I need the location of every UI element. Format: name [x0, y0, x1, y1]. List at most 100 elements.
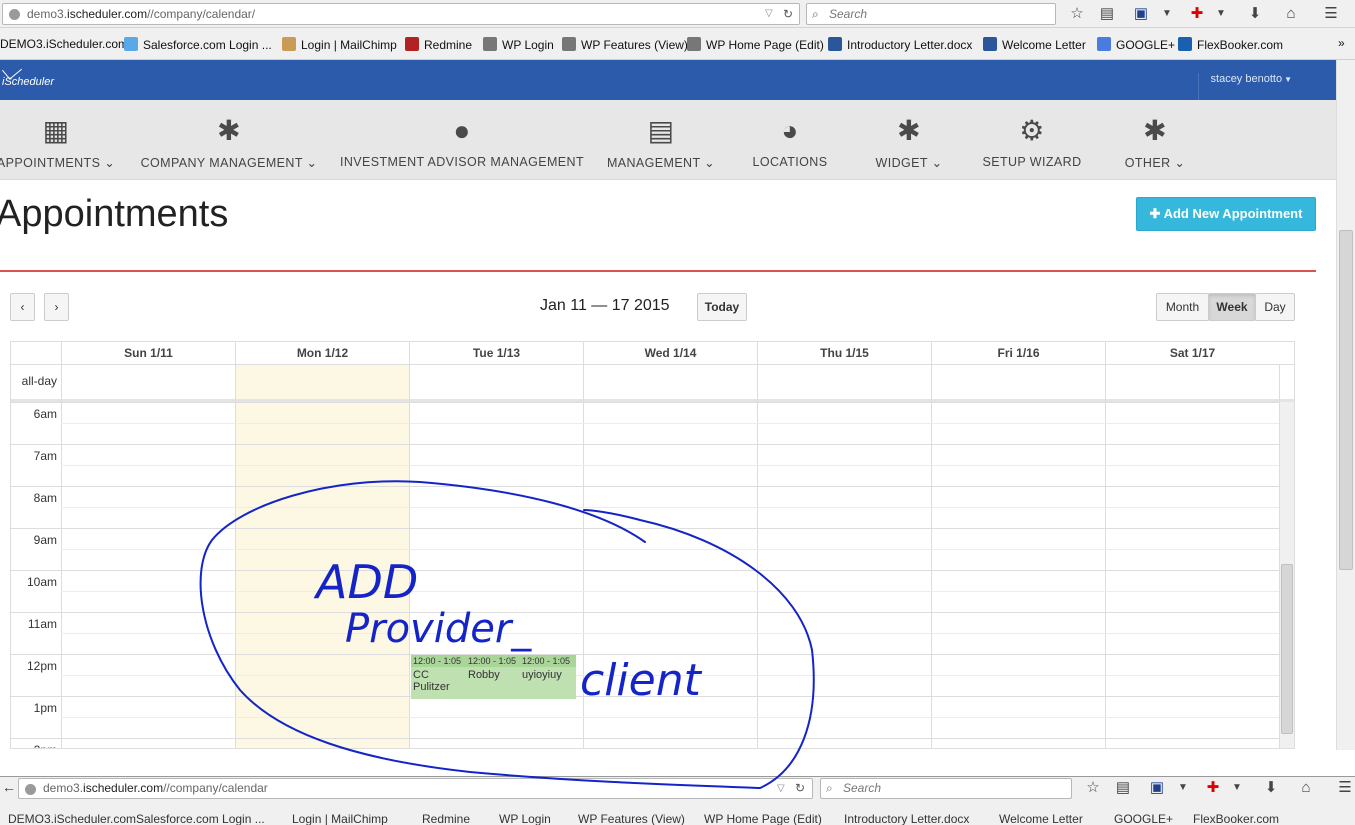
app-logo[interactable]: iScheduler — [2, 76, 54, 88]
back-icon[interactable]: ← — [2, 779, 16, 795]
page-scrollbar[interactable] — [1336, 60, 1355, 750]
chevron-down-icon: ⌄ — [1170, 156, 1186, 170]
calendar-scroll-thumb[interactable] — [1281, 564, 1293, 734]
view-month-button[interactable]: Month — [1156, 293, 1209, 321]
date-range: Jan 11 — 17 2015 — [540, 297, 670, 314]
half-hour-line — [61, 633, 1279, 634]
star-icon[interactable]: ☆ — [1068, 5, 1086, 23]
asterisk-icon: ✱ — [1143, 115, 1167, 146]
event-title: uyioyiuy — [522, 669, 562, 681]
nav-item[interactable]: ✱ COMPANY MANAGEMENT ⌄ — [99, 100, 359, 180]
bookmark-item[interactable]: GOOGLE+ — [1097, 37, 1175, 52]
download-icon[interactable]: ⬇ — [1262, 779, 1280, 797]
bookmark-item[interactable]: WP Features (View) — [562, 37, 688, 52]
menu-icon[interactable]: ☰ — [1336, 779, 1354, 797]
globe-icon — [25, 784, 36, 795]
view-week-button[interactable]: Week — [1208, 293, 1256, 321]
save-icon[interactable]: ▣ — [1148, 779, 1166, 797]
bookmark-item[interactable]: DEMO3.iScheduler.com — [0, 37, 128, 51]
bottom-url-host: demo3. — [43, 781, 84, 795]
bookmark-favicon-icon — [124, 37, 138, 51]
bottom-bookmark-item[interactable]: Introductory Letter.docx — [844, 812, 969, 825]
title-divider — [0, 270, 1316, 272]
page-scroll-thumb[interactable] — [1339, 230, 1353, 570]
user-menu[interactable]: stacey benotto ▼ — [1197, 73, 1292, 101]
calendar-scrollbar[interactable] — [1279, 402, 1294, 748]
bottom-bookmark-item[interactable]: Welcome Letter — [999, 812, 1083, 825]
bookmark-item[interactable]: Login | MailChimp — [282, 37, 397, 52]
time-label: 9am — [33, 533, 57, 547]
url-domain: ischeduler.com — [67, 7, 148, 21]
today-button[interactable]: Today — [697, 293, 747, 321]
time-label: 10am — [26, 575, 57, 589]
reading-list-icon[interactable]: ▤ — [1098, 5, 1116, 23]
home-icon[interactable]: ⌂ — [1297, 779, 1315, 797]
search-input[interactable]: ⌕ Search — [806, 3, 1056, 25]
save-icon[interactable]: ▣ — [1132, 5, 1150, 23]
bottom-bookmark-item[interactable]: FlexBooker.com — [1193, 812, 1279, 825]
bottom-bookmark-item[interactable]: WP Home Page (Edit) — [704, 812, 822, 825]
bottom-bookmark-item[interactable]: WP Features (View) — [578, 812, 685, 825]
view-day-button[interactable]: Day — [1255, 293, 1295, 321]
appointment-event[interactable]: 12:00 - 1:05 uyioyiuy — [520, 655, 576, 699]
reload-icon[interactable]: ↻ — [795, 779, 805, 798]
hour-line — [11, 570, 1279, 571]
hour-line — [11, 486, 1279, 487]
appointment-event[interactable]: 12:00 - 1:05 CC Pulitzer — [411, 655, 466, 699]
bookmarks-overflow-icon[interactable]: » — [1338, 36, 1345, 50]
search-icon: ⌕ — [812, 7, 819, 21]
bottom-bookmark-item[interactable]: Login | MailChimp — [292, 812, 388, 825]
dropdown-arrow-icon[interactable]: ▽ — [777, 779, 785, 798]
star-icon[interactable]: ☆ — [1084, 779, 1102, 797]
bottom-bookmark-item[interactable]: Redmine — [422, 812, 470, 825]
bottom-search-input[interactable]: ⌕ Search — [820, 778, 1072, 799]
bookmark-item[interactable]: Welcome Letter — [983, 37, 1086, 52]
nav-item[interactable]: ✱ OTHER ⌄ — [1025, 100, 1285, 180]
column-divider — [931, 364, 932, 748]
bookmark-label: Welcome Letter — [1002, 38, 1086, 52]
bookmark-item[interactable]: Redmine — [405, 37, 472, 52]
bookmark-item[interactable]: WP Home Page (Edit) — [687, 37, 824, 52]
bottom-bookmark-item[interactable]: GOOGLE+ — [1114, 812, 1173, 825]
nav-label-text: APPOINTMENTS — [0, 156, 101, 170]
download-icon[interactable]: ⬇ — [1246, 5, 1264, 23]
menu-icon[interactable]: ☰ — [1322, 5, 1340, 23]
prev-button[interactable]: ‹ — [10, 293, 35, 321]
bottom-bookmark-item[interactable]: WP Login — [499, 812, 551, 825]
chevron-down-icon[interactable]: ▼ — [1174, 779, 1192, 797]
event-time: 12:00 - 1:05 — [411, 655, 466, 667]
home-icon[interactable]: ⌂ — [1282, 5, 1300, 23]
url-bar[interactable]: demo3.ischeduler.com//company/calendar/ … — [2, 3, 800, 25]
bookmark-item[interactable]: Salesforce.com Login ... — [124, 37, 272, 52]
bottom-bookmark-item[interactable]: Salesforce.com Login ... — [136, 812, 265, 825]
bookmark-favicon-icon — [282, 37, 296, 51]
next-button[interactable]: › — [44, 293, 69, 321]
bottom-bookmark-item[interactable]: DEMO3.iScheduler.com — [8, 812, 136, 825]
half-hour-line — [61, 465, 1279, 466]
bookmark-item[interactable]: WP Login — [483, 37, 554, 52]
bookmark-label: Salesforce.com Login ... — [143, 38, 272, 52]
time-label: 7am — [33, 449, 57, 463]
bookmark-item[interactable]: Introductory Letter.docx — [828, 37, 972, 52]
hour-line — [11, 612, 1279, 613]
bookmark-favicon-icon — [1097, 37, 1111, 51]
half-hour-line — [61, 675, 1279, 676]
chevron-down-icon[interactable]: ▼ — [1228, 779, 1246, 797]
chevron-down-icon[interactable]: ▼ — [1158, 5, 1176, 23]
time-label: 12pm — [26, 659, 57, 673]
bookmark-label: Redmine — [424, 38, 473, 52]
reading-list-icon[interactable]: ▤ — [1114, 779, 1132, 797]
dropdown-arrow-icon[interactable]: ▽ — [765, 4, 773, 24]
bookmark-item[interactable]: FlexBooker.com — [1178, 37, 1283, 52]
add-appointment-button[interactable]: ✚ Add New Appointment — [1136, 197, 1316, 231]
column-divider — [757, 364, 758, 748]
app-header: iScheduler stacey benotto ▼ — [0, 60, 1336, 101]
chevron-down-icon[interactable]: ▼ — [1212, 5, 1230, 23]
bookmark-label: DEMO3.iScheduler.com — [0, 37, 129, 51]
hour-line — [11, 444, 1279, 445]
reload-icon[interactable]: ↻ — [783, 4, 793, 24]
addon-cross-icon[interactable]: ✚ — [1188, 5, 1206, 23]
addon-cross-icon[interactable]: ✚ — [1204, 779, 1222, 797]
bottom-url-bar[interactable]: demo3.ischeduler.com//company/calendar ▽… — [18, 778, 813, 799]
appointment-event[interactable]: 12:00 - 1:05 Robby — [466, 655, 520, 699]
